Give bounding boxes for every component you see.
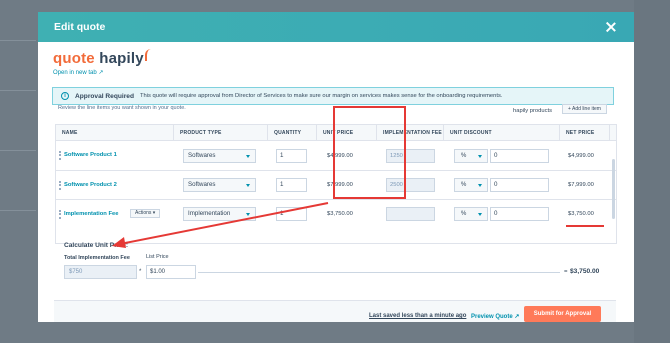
annotation-arrow-icon [112,202,329,248]
arrow-shaft [119,202,329,245]
arrow-head [112,237,126,248]
